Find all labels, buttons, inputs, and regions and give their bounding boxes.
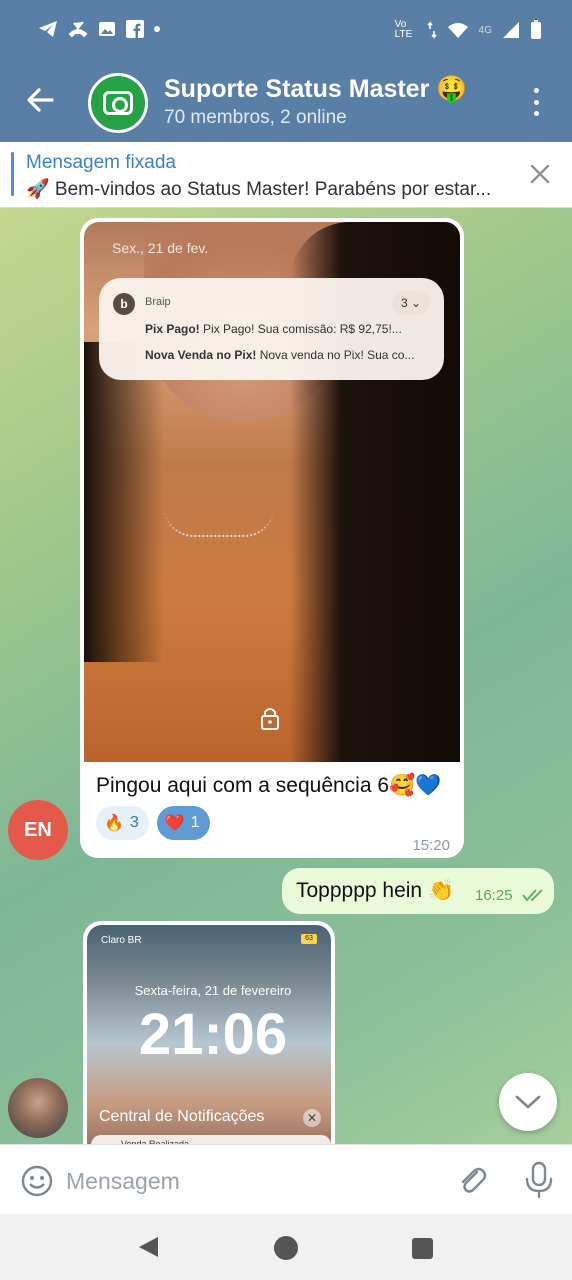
reactions-row: 🔥 3 ❤️ 1 — [84, 798, 460, 840]
notification-count: 3 ⌄ — [392, 291, 430, 315]
status-left-icons — [38, 20, 160, 38]
menu-dot-icon — [533, 88, 539, 93]
notification-line-2-text: Nova venda no Pix! Sua co... — [256, 348, 415, 362]
message-input-bar — [0, 1144, 572, 1214]
photo-hair-left — [84, 342, 164, 662]
more-options-button[interactable] — [524, 88, 548, 116]
incoming-image-message[interactable]: Sex., 21 de fev. b Braip 3 ⌄ Pix Pago! P… — [80, 218, 464, 858]
missed-call-icon — [68, 21, 88, 38]
outgoing-time: 16:25 — [475, 887, 513, 904]
pinned-message[interactable]: Mensagem fixada 🚀 Bem-vindos ao Status M… — [0, 142, 572, 208]
chat-header: Suporte Status Master 🤑 70 membros, 2 on… — [0, 62, 572, 142]
data-arrows-icon — [427, 21, 437, 39]
outgoing-message[interactable]: Toppppp hein 👏 16:25 — [282, 868, 554, 914]
fire-icon: 🔥 — [104, 815, 124, 832]
photo-lock-date: Sexta-feira, 21 de fevereiro — [134, 983, 292, 998]
signal-type-label: 4G — [478, 24, 492, 36]
nav-home-icon[interactable] — [274, 1236, 298, 1260]
camera-icon — [103, 91, 133, 115]
lockscreen-date: Sex., 21 de fev. — [112, 240, 209, 256]
message-photo[interactable]: Sex., 21 de fev. b Braip 3 ⌄ Pix Pago! P… — [84, 222, 460, 762]
sender-avatar-photo[interactable] — [8, 1078, 68, 1138]
scroll-down-button[interactable] — [499, 1073, 557, 1131]
notification-line-1-bold: Pix Pago! — [145, 322, 200, 336]
emoji-icon[interactable] — [20, 1164, 54, 1198]
chevron-down-icon — [515, 1095, 541, 1109]
notification-line-1: Pix Pago! Pix Pago! Sua comissão: R$ 92,… — [145, 322, 430, 336]
message-input[interactable] — [66, 1161, 436, 1201]
reaction-count: 3 — [129, 814, 139, 831]
microphone-icon[interactable] — [522, 1161, 556, 1199]
sender-avatar[interactable]: EN — [8, 800, 68, 860]
menu-dot-icon — [533, 99, 539, 105]
photo-necklace — [164, 507, 274, 537]
chat-area[interactable]: Sex., 21 de fev. b Braip 3 ⌄ Pix Pago! P… — [0, 208, 572, 1144]
double-check-icon — [522, 889, 543, 902]
status-right-icons: Vo LTE 4G — [395, 20, 542, 40]
notification-app-name: Braip — [145, 296, 171, 308]
dot-icon — [154, 26, 160, 32]
reaction-fire[interactable]: 🔥 3 — [96, 806, 149, 840]
signal-icon — [503, 22, 519, 38]
photo-close-icon: ✕ — [303, 1109, 321, 1127]
notification-count-value: 3 — [400, 296, 408, 310]
attach-icon[interactable] — [455, 1163, 489, 1197]
status-bar: Vo LTE 4G — [0, 0, 572, 62]
nav-back-icon[interactable] — [136, 1235, 160, 1259]
menu-dot-icon — [533, 111, 539, 116]
photo-lock-clock: 21:06 — [138, 1002, 288, 1067]
braip-logo: b — [113, 293, 135, 315]
incoming-image-message-2[interactable]: Claro BR 63 Sexta-feira, 21 de fevereiro… — [83, 921, 335, 1144]
message-photo-2[interactable]: Claro BR 63 Sexta-feira, 21 de fevereiro… — [87, 925, 331, 1144]
chevron-down-icon: ⌄ — [410, 296, 422, 310]
facebook-icon — [126, 20, 144, 38]
close-pinned-icon[interactable] — [528, 162, 552, 186]
photo-notification-card: Venda Realizada — [91, 1135, 331, 1144]
heart-icon: ❤️ — [164, 815, 185, 832]
gallery-icon — [99, 22, 115, 36]
reaction-count: 1 — [190, 814, 200, 831]
network-label: Vo LTE — [394, 19, 413, 40]
system-nav-bar — [0, 1214, 572, 1280]
photo-notification-center: Central de Notificações — [99, 1108, 265, 1125]
outgoing-text: Toppppp hein 👏 — [296, 879, 455, 902]
notification-line-1-text: Pix Pago! Sua comissão: R$ 92,75!... — [199, 322, 402, 336]
nav-recents-icon[interactable] — [412, 1238, 433, 1259]
notification-line-2: Nova Venda no Pix! Nova venda no Pix! Su… — [145, 348, 430, 362]
photo-battery: 63 — [301, 934, 317, 944]
reaction-heart[interactable]: ❤️ 1 — [156, 806, 210, 840]
chat-title[interactable]: Suporte Status Master 🤑 — [164, 75, 467, 104]
lock-icon — [261, 708, 279, 730]
back-button[interactable] — [22, 82, 58, 118]
notification-line-2-bold: Nova Venda no Pix! — [145, 348, 257, 362]
pinned-accent-bar — [11, 152, 14, 196]
message-caption: Pingou aqui com a sequência 6🥰💙 — [96, 774, 442, 797]
message-time: 15:20 — [412, 837, 450, 854]
telegram-icon — [39, 21, 57, 37]
battery-icon — [531, 20, 541, 39]
chat-subtitle: 70 membros, 2 online — [164, 107, 347, 128]
pinned-text: 🚀 Bem-vindos ao Status Master! Parabéns … — [26, 179, 492, 200]
group-avatar[interactable] — [88, 73, 148, 133]
notification-card: b Braip 3 ⌄ Pix Pago! Pix Pago! Sua comi… — [99, 278, 444, 380]
back-arrow-icon — [27, 88, 54, 112]
pinned-title: Mensagem fixada — [26, 152, 176, 173]
photo-carrier: Claro BR — [101, 935, 142, 946]
wifi-icon — [447, 23, 468, 38]
